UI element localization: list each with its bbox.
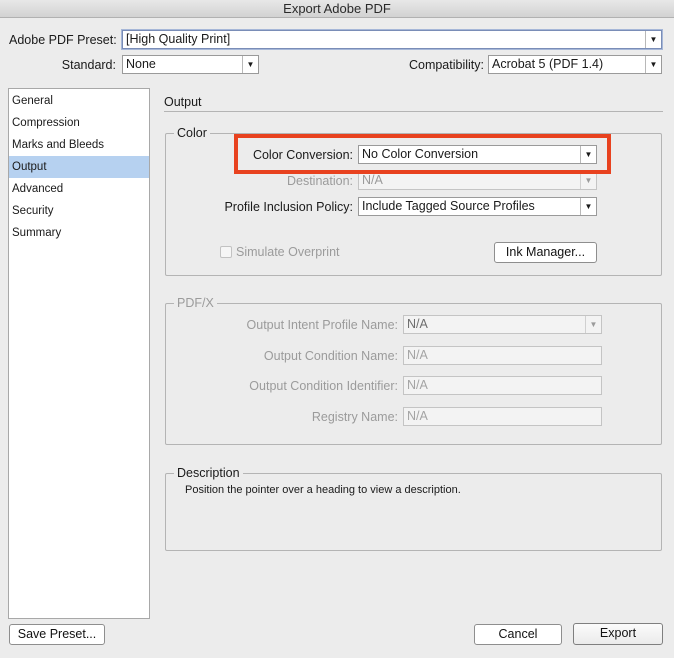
highlight-box bbox=[234, 134, 611, 174]
profile-inclusion-value: Include Tagged Source Profiles bbox=[362, 199, 535, 213]
output-intent-dropdown[interactable]: N/A ▼ bbox=[403, 315, 602, 334]
chevron-down-icon: ▼ bbox=[645, 56, 661, 73]
destination-label: Destination: bbox=[286, 174, 353, 188]
description-group-title: Description bbox=[174, 465, 243, 481]
export-button[interactable]: Export bbox=[573, 623, 663, 645]
ink-manager-button[interactable]: Ink Manager... bbox=[494, 242, 597, 263]
preset-dropdown[interactable]: [High Quality Print] ▼ bbox=[122, 30, 662, 49]
chevron-down-icon: ▼ bbox=[585, 316, 601, 333]
cancel-button[interactable]: Cancel bbox=[474, 624, 562, 645]
profile-inclusion-dropdown[interactable]: Include Tagged Source Profiles ▼ bbox=[358, 197, 597, 216]
panel-divider bbox=[164, 111, 663, 112]
panel-title: Output bbox=[164, 95, 202, 109]
compatibility-dropdown[interactable]: Acrobat 5 (PDF 1.4) ▼ bbox=[488, 55, 662, 74]
sidebar-item-compression[interactable]: Compression bbox=[9, 112, 149, 134]
output-condition-identifier-label: Output Condition Identifier: bbox=[249, 379, 398, 393]
pdfx-group-title: PDF/X bbox=[174, 295, 217, 311]
sidebar-item-security[interactable]: Security bbox=[9, 200, 149, 222]
registry-name-field[interactable]: N/A bbox=[403, 407, 602, 426]
color-group-title: Color bbox=[174, 125, 210, 141]
simulate-overprint-label: Simulate Overprint bbox=[236, 245, 340, 259]
sidebar: General Compression Marks and Bleeds Out… bbox=[8, 88, 150, 619]
chevron-down-icon: ▼ bbox=[645, 31, 661, 48]
compatibility-value: Acrobat 5 (PDF 1.4) bbox=[492, 57, 604, 71]
description-text: Position the pointer over a heading to v… bbox=[185, 484, 461, 496]
preset-value: [High Quality Print] bbox=[126, 32, 231, 46]
output-condition-name-field[interactable]: N/A bbox=[403, 346, 602, 365]
chevron-down-icon: ▼ bbox=[580, 172, 596, 189]
compatibility-label: Compatibility: bbox=[408, 58, 484, 72]
sidebar-item-output[interactable]: Output bbox=[9, 156, 149, 178]
sidebar-item-advanced[interactable]: Advanced bbox=[9, 178, 149, 200]
chevron-down-icon: ▼ bbox=[580, 198, 596, 215]
standard-value: None bbox=[126, 57, 156, 71]
sidebar-item-marks-and-bleeds[interactable]: Marks and Bleeds bbox=[9, 134, 149, 156]
standard-dropdown[interactable]: None ▼ bbox=[122, 55, 259, 74]
sidebar-item-summary[interactable]: Summary bbox=[9, 222, 149, 244]
save-preset-button[interactable]: Save Preset... bbox=[9, 624, 105, 645]
standard-label: Standard: bbox=[61, 58, 116, 72]
registry-name-label: Registry Name: bbox=[311, 410, 398, 424]
output-intent-value: N/A bbox=[407, 317, 428, 331]
output-condition-name-label: Output Condition Name: bbox=[263, 349, 398, 363]
chevron-down-icon: ▼ bbox=[242, 56, 258, 73]
window-title: Export Adobe PDF bbox=[0, 0, 674, 18]
simulate-overprint-checkbox[interactable] bbox=[220, 246, 232, 258]
output-intent-label: Output Intent Profile Name: bbox=[246, 318, 398, 332]
sidebar-item-general[interactable]: General bbox=[9, 90, 149, 112]
profile-inclusion-label: Profile Inclusion Policy: bbox=[224, 200, 353, 214]
preset-label: Adobe PDF Preset: bbox=[9, 33, 117, 47]
output-condition-identifier-field[interactable]: N/A bbox=[403, 376, 602, 395]
destination-value: N/A bbox=[362, 173, 383, 187]
